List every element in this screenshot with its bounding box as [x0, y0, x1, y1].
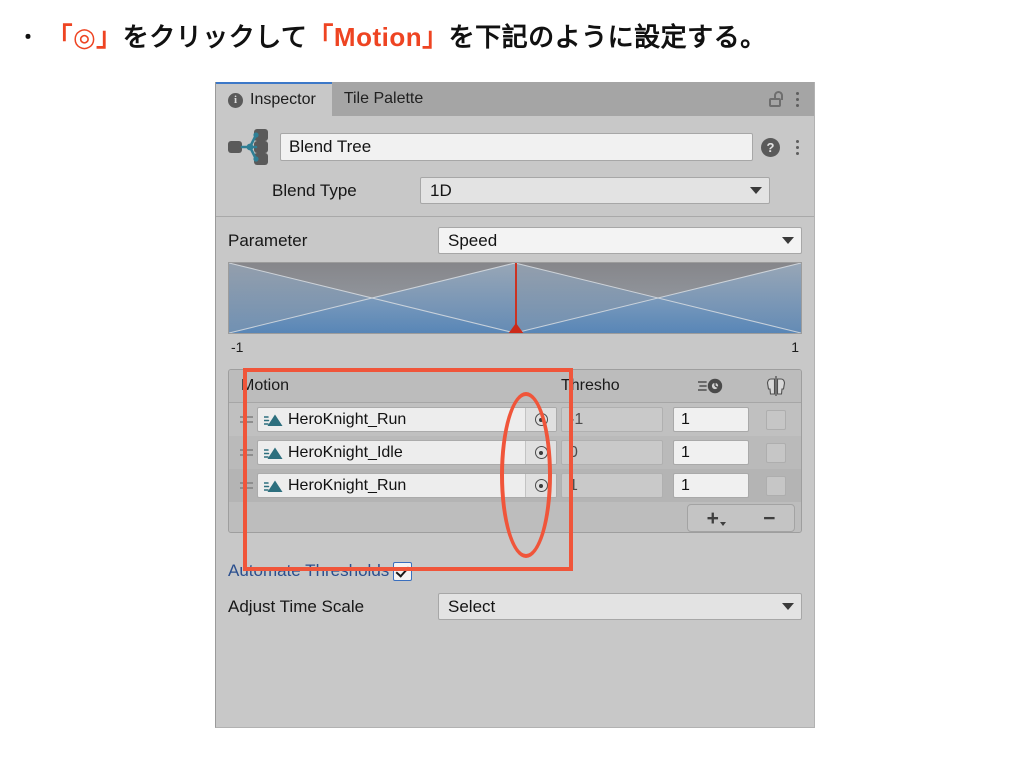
motion-table-header: Motion Thresho — [229, 370, 801, 403]
blend-playhead-marker[interactable] — [508, 323, 524, 333]
blend-tree-icon — [228, 129, 268, 165]
caption-text-1: をクリックして — [122, 21, 308, 52]
blend-graph[interactable] — [228, 262, 802, 334]
threshold-field: -1 — [561, 407, 663, 432]
motion-name-value: HeroKnight_Idle — [288, 443, 403, 461]
table-row[interactable]: HeroKnight_Run 1 1 — [229, 469, 801, 502]
blend-type-row: Blend Type 1D — [216, 177, 814, 204]
speed-clock-icon — [671, 377, 751, 395]
speed-cell: 1 — [671, 440, 751, 465]
blend-axis-labels: -1 1 — [228, 334, 802, 355]
animation-clip-icon — [264, 480, 283, 492]
animation-clip-icon — [264, 447, 283, 459]
inspector-tabbar: i Inspector Tile Palette — [216, 82, 814, 116]
mirror-cell — [751, 409, 801, 430]
add-remove-controls: + − — [687, 504, 795, 532]
chevron-down-icon — [719, 521, 726, 526]
threshold-cell: 0 — [561, 440, 671, 465]
mirror-avatar-icon — [751, 376, 801, 396]
drag-handle-icon[interactable] — [235, 449, 257, 456]
column-header-threshold: Thresho — [561, 377, 620, 394]
asset-header: Blend Tree ? Blend Type 1D — [216, 116, 814, 214]
asset-name-field[interactable]: Blend Tree — [280, 133, 753, 161]
blend-type-dropdown[interactable]: 1D — [420, 177, 770, 204]
parameter-value: Speed — [448, 230, 498, 250]
threshold-cell: -1 — [561, 407, 671, 432]
parameter-label: Parameter — [228, 230, 308, 250]
blend-type-label: Blend Type — [272, 180, 357, 200]
adjust-time-scale-row: Adjust Time Scale Select — [228, 593, 802, 620]
chevron-down-icon — [782, 603, 794, 610]
chevron-down-icon — [750, 187, 762, 194]
threshold-field: 1 — [561, 473, 663, 498]
axis-min-label: -1 — [231, 339, 244, 355]
tab-inspector-label: Inspector — [250, 91, 316, 108]
chevron-down-icon — [782, 237, 794, 244]
blend-type-value: 1D — [430, 180, 452, 200]
column-header-motion: Motion — [241, 377, 290, 394]
remove-motion-button[interactable]: − — [763, 508, 775, 529]
speed-field[interactable]: 1 — [673, 440, 749, 465]
table-row[interactable]: HeroKnight_Idle 0 1 — [229, 436, 801, 469]
drag-handle-icon[interactable] — [235, 482, 257, 489]
add-motion-label: + — [706, 506, 719, 530]
motion-object-field[interactable]: HeroKnight_Run — [257, 473, 557, 498]
mirror-cell — [751, 442, 801, 463]
lock-open-icon[interactable] — [764, 88, 786, 110]
speed-field[interactable]: 1 — [673, 407, 749, 432]
blend-tree-body: Parameter Speed -1 1 Motion Thresho Hero… — [216, 217, 814, 620]
add-motion-button[interactable]: + — [707, 508, 726, 529]
speed-cell: 1 — [671, 407, 751, 432]
tab-inspector[interactable]: i Inspector — [216, 82, 332, 116]
asset-name-row: Blend Tree ? — [216, 124, 814, 170]
mirror-checkbox[interactable] — [766, 442, 786, 463]
inspector-window: i Inspector Tile Palette Blend Tree ? Bl… — [215, 82, 815, 728]
adjust-time-scale-label: Adjust Time Scale — [228, 596, 365, 616]
adjust-time-scale-value: Select — [448, 596, 496, 616]
caption-highlight-motion: 「Motion」 — [307, 21, 449, 52]
motion-name-value: HeroKnight_Run — [288, 476, 407, 494]
animation-clip-icon — [264, 414, 283, 426]
automate-thresholds-label: Automate Thresholds — [228, 561, 390, 580]
axis-max-label: 1 — [791, 339, 799, 355]
kebab-menu-icon[interactable] — [788, 136, 806, 158]
threshold-cell: 1 — [561, 473, 671, 498]
instruction-caption: ・ 「◎」 をクリックして 「Motion」 を下記のように設定する。 — [18, 12, 1008, 58]
bullet-marker: ・ — [18, 26, 39, 49]
mirror-checkbox[interactable] — [766, 409, 786, 430]
tabbar-controls — [764, 82, 814, 116]
caption-text-2: を下記のように設定する。 — [448, 21, 767, 52]
info-icon: i — [228, 92, 243, 108]
threshold-field: 0 — [561, 440, 663, 465]
kebab-menu-icon[interactable] — [788, 88, 806, 110]
adjust-time-scale-dropdown[interactable]: Select — [438, 593, 802, 620]
automate-thresholds-row: Automate Thresholds — [228, 561, 802, 581]
asset-name-value: Blend Tree — [289, 137, 372, 156]
parameter-row: Parameter Speed — [228, 227, 802, 254]
object-picker-icon[interactable] — [525, 441, 556, 464]
remove-motion-label: − — [763, 506, 776, 530]
motion-name-value: HeroKnight_Run — [288, 410, 407, 428]
speed-field[interactable]: 1 — [673, 473, 749, 498]
caption-highlight-target-icon: 「◎」 — [46, 21, 123, 52]
parameter-dropdown[interactable]: Speed — [438, 227, 802, 254]
drag-handle-icon[interactable] — [235, 416, 257, 423]
motion-object-field[interactable]: HeroKnight_Run — [257, 407, 557, 432]
help-icon[interactable]: ? — [761, 137, 780, 157]
tab-tile-palette-label: Tile Palette — [343, 90, 424, 107]
object-picker-icon[interactable] — [525, 474, 556, 497]
mirror-checkbox[interactable] — [766, 475, 786, 496]
table-row[interactable]: HeroKnight_Run -1 1 — [229, 403, 801, 436]
motion-table: Motion Thresho HeroKnight_Run -1 1 HeroK… — [228, 369, 802, 533]
object-picker-icon[interactable] — [525, 408, 556, 431]
motion-object-field[interactable]: HeroKnight_Idle — [257, 440, 557, 465]
tab-tile-palette[interactable]: Tile Palette — [331, 82, 440, 116]
speed-cell: 1 — [671, 473, 751, 498]
motion-table-footer: + − — [229, 502, 801, 532]
automate-thresholds-checkbox[interactable] — [393, 561, 413, 581]
mirror-cell — [751, 475, 801, 496]
